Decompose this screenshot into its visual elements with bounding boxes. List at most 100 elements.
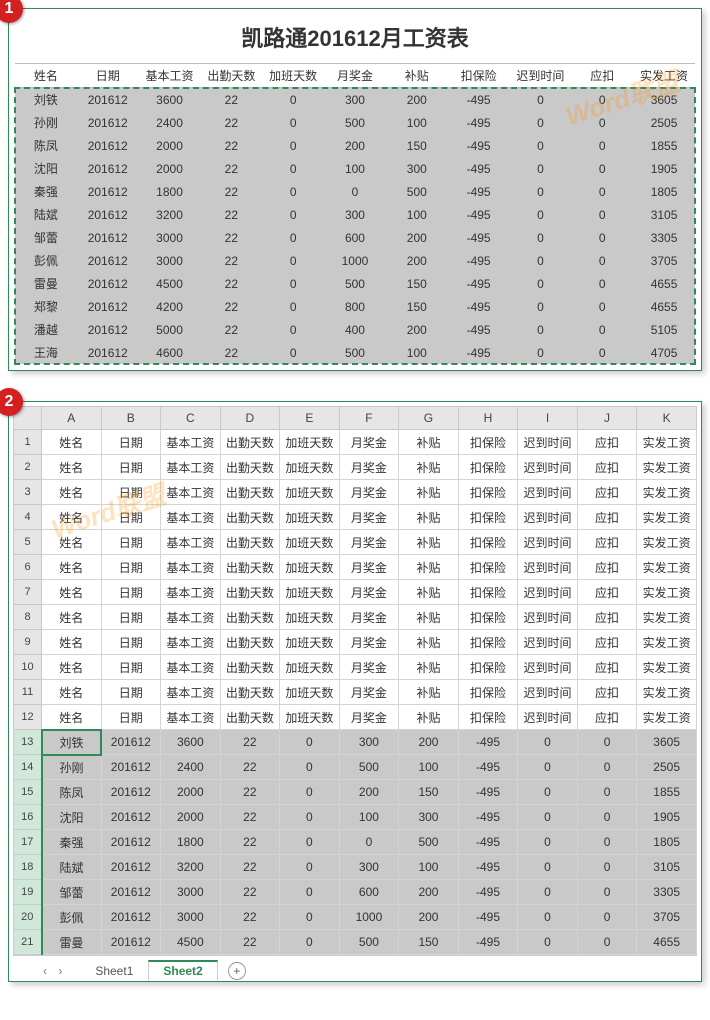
- table-cell[interactable]: 200: [324, 134, 386, 157]
- grid-cell[interactable]: 0: [577, 930, 637, 955]
- grid-cell[interactable]: 月奖金: [339, 555, 399, 580]
- grid-cell[interactable]: 加班天数: [280, 705, 340, 730]
- table-cell[interactable]: 0: [510, 203, 572, 226]
- grid-cell[interactable]: 姓名: [42, 555, 102, 580]
- add-sheet-button[interactable]: +: [228, 962, 246, 980]
- table-cell[interactable]: 150: [386, 295, 448, 318]
- grid-cell[interactable]: 实发工资: [637, 605, 697, 630]
- grid-cell[interactable]: 实发工资: [637, 505, 697, 530]
- table-cell[interactable]: 150: [386, 272, 448, 295]
- grid-cell[interactable]: 基本工资: [161, 430, 221, 455]
- grid-cell[interactable]: 2400: [161, 755, 221, 780]
- table-row[interactable]: 陈凤2016122000220200150-495001855: [15, 134, 695, 157]
- table-cell[interactable]: 3305: [633, 226, 695, 249]
- table-cell[interactable]: 201612: [77, 341, 139, 364]
- grid-cell[interactable]: 姓名: [42, 505, 102, 530]
- grid-row-selected[interactable]: 19邹蕾2016123000220600200-495003305: [14, 880, 697, 905]
- table-cell[interactable]: 0: [510, 226, 572, 249]
- table-cell[interactable]: 孙刚: [15, 111, 77, 134]
- grid-cell[interactable]: 补贴: [399, 630, 459, 655]
- table-cell[interactable]: 彭佩: [15, 249, 77, 272]
- grid-cell[interactable]: 扣保险: [458, 655, 518, 680]
- grid-cell[interactable]: 刘铁: [42, 730, 102, 755]
- table-cell[interactable]: 陈凤: [15, 134, 77, 157]
- table-cell[interactable]: 2505: [633, 111, 695, 134]
- grid-cell[interactable]: 200: [399, 905, 459, 930]
- table-cell[interactable]: 0: [510, 272, 572, 295]
- column-letter-header[interactable]: K: [637, 407, 697, 430]
- table-cell[interactable]: 3000: [139, 249, 201, 272]
- grid-cell[interactable]: 0: [280, 880, 340, 905]
- grid-cell[interactable]: 补贴: [399, 455, 459, 480]
- table-cell[interactable]: 沈阳: [15, 157, 77, 180]
- table-cell[interactable]: -495: [448, 88, 510, 112]
- row-number-header[interactable]: 15: [14, 780, 42, 805]
- table-cell[interactable]: -495: [448, 249, 510, 272]
- grid-cell[interactable]: 迟到时间: [518, 530, 578, 555]
- grid-cell[interactable]: 月奖金: [339, 580, 399, 605]
- grid-cell[interactable]: 0: [280, 780, 340, 805]
- grid-cell[interactable]: 1855: [637, 780, 697, 805]
- table-cell[interactable]: 100: [386, 341, 448, 364]
- table-cell[interactable]: 1905: [633, 157, 695, 180]
- table-cell[interactable]: 0: [324, 180, 386, 203]
- grid-cell[interactable]: 实发工资: [637, 555, 697, 580]
- table-cell[interactable]: -495: [448, 134, 510, 157]
- grid-cell[interactable]: -495: [458, 755, 518, 780]
- table-cell[interactable]: 0: [571, 272, 633, 295]
- table-cell[interactable]: 0: [510, 157, 572, 180]
- table-cell[interactable]: 0: [262, 341, 324, 364]
- grid-cell[interactable]: 迟到时间: [518, 555, 578, 580]
- excel-grid[interactable]: ABCDEFGHIJK 1姓名日期基本工资出勤天数加班天数月奖金补贴扣保险迟到时…: [13, 406, 697, 955]
- grid-cell[interactable]: 基本工资: [161, 580, 221, 605]
- table-cell[interactable]: 500: [324, 341, 386, 364]
- row-number-header[interactable]: 14: [14, 755, 42, 780]
- grid-cell[interactable]: 22: [220, 855, 280, 880]
- grid-cell[interactable]: 22: [220, 730, 280, 755]
- grid-cell[interactable]: 100: [339, 805, 399, 830]
- grid-cell[interactable]: 沈阳: [42, 805, 102, 830]
- table-row[interactable]: 刘铁2016123600220300200-495003605: [15, 88, 695, 112]
- table-cell[interactable]: 400: [324, 318, 386, 341]
- grid-cell[interactable]: 月奖金: [339, 630, 399, 655]
- table-cell[interactable]: 200: [386, 226, 448, 249]
- grid-cell[interactable]: 出勤天数: [220, 605, 280, 630]
- grid-cell[interactable]: 出勤天数: [220, 430, 280, 455]
- grid-cell[interactable]: 100: [399, 855, 459, 880]
- grid-cell[interactable]: 应扣: [577, 530, 637, 555]
- grid-cell[interactable]: -495: [458, 880, 518, 905]
- table-row[interactable]: 雷曼2016124500220500150-495004655: [15, 272, 695, 295]
- grid-cell[interactable]: 月奖金: [339, 605, 399, 630]
- column-letter-header[interactable]: D: [220, 407, 280, 430]
- table-row[interactable]: 潘越2016125000220400200-495005105: [15, 318, 695, 341]
- grid-cell[interactable]: 基本工资: [161, 455, 221, 480]
- table-cell[interactable]: 0: [262, 157, 324, 180]
- table-cell[interactable]: 201612: [77, 249, 139, 272]
- table-cell[interactable]: 0: [262, 180, 324, 203]
- table-cell[interactable]: 4600: [139, 341, 201, 364]
- grid-cell[interactable]: 300: [399, 805, 459, 830]
- table-cell[interactable]: 22: [200, 341, 262, 364]
- table-cell[interactable]: 0: [510, 318, 572, 341]
- grid-cell[interactable]: 2000: [161, 805, 221, 830]
- grid-cell[interactable]: 日期: [101, 630, 161, 655]
- row-number-header[interactable]: 6: [14, 555, 42, 580]
- table-cell[interactable]: 潘越: [15, 318, 77, 341]
- grid-cell[interactable]: 22: [220, 905, 280, 930]
- grid-row[interactable]: 9姓名日期基本工资出勤天数加班天数月奖金补贴扣保险迟到时间应扣实发工资: [14, 630, 697, 655]
- table-cell[interactable]: 3600: [139, 88, 201, 112]
- table-cell[interactable]: 200: [386, 88, 448, 112]
- table-cell[interactable]: 201612: [77, 88, 139, 112]
- column-letter-header[interactable]: J: [577, 407, 637, 430]
- grid-row[interactable]: 6姓名日期基本工资出勤天数加班天数月奖金补贴扣保险迟到时间应扣实发工资: [14, 555, 697, 580]
- row-number-header[interactable]: 3: [14, 480, 42, 505]
- grid-cell[interactable]: 基本工资: [161, 530, 221, 555]
- table-row[interactable]: 邹蕾2016123000220600200-495003305: [15, 226, 695, 249]
- grid-cell[interactable]: 出勤天数: [220, 680, 280, 705]
- row-number-header[interactable]: 1: [14, 430, 42, 455]
- grid-cell[interactable]: 22: [220, 755, 280, 780]
- grid-cell[interactable]: 3305: [637, 880, 697, 905]
- table-cell[interactable]: 雷曼: [15, 272, 77, 295]
- grid-cell[interactable]: 0: [280, 730, 340, 755]
- grid-cell[interactable]: 0: [577, 880, 637, 905]
